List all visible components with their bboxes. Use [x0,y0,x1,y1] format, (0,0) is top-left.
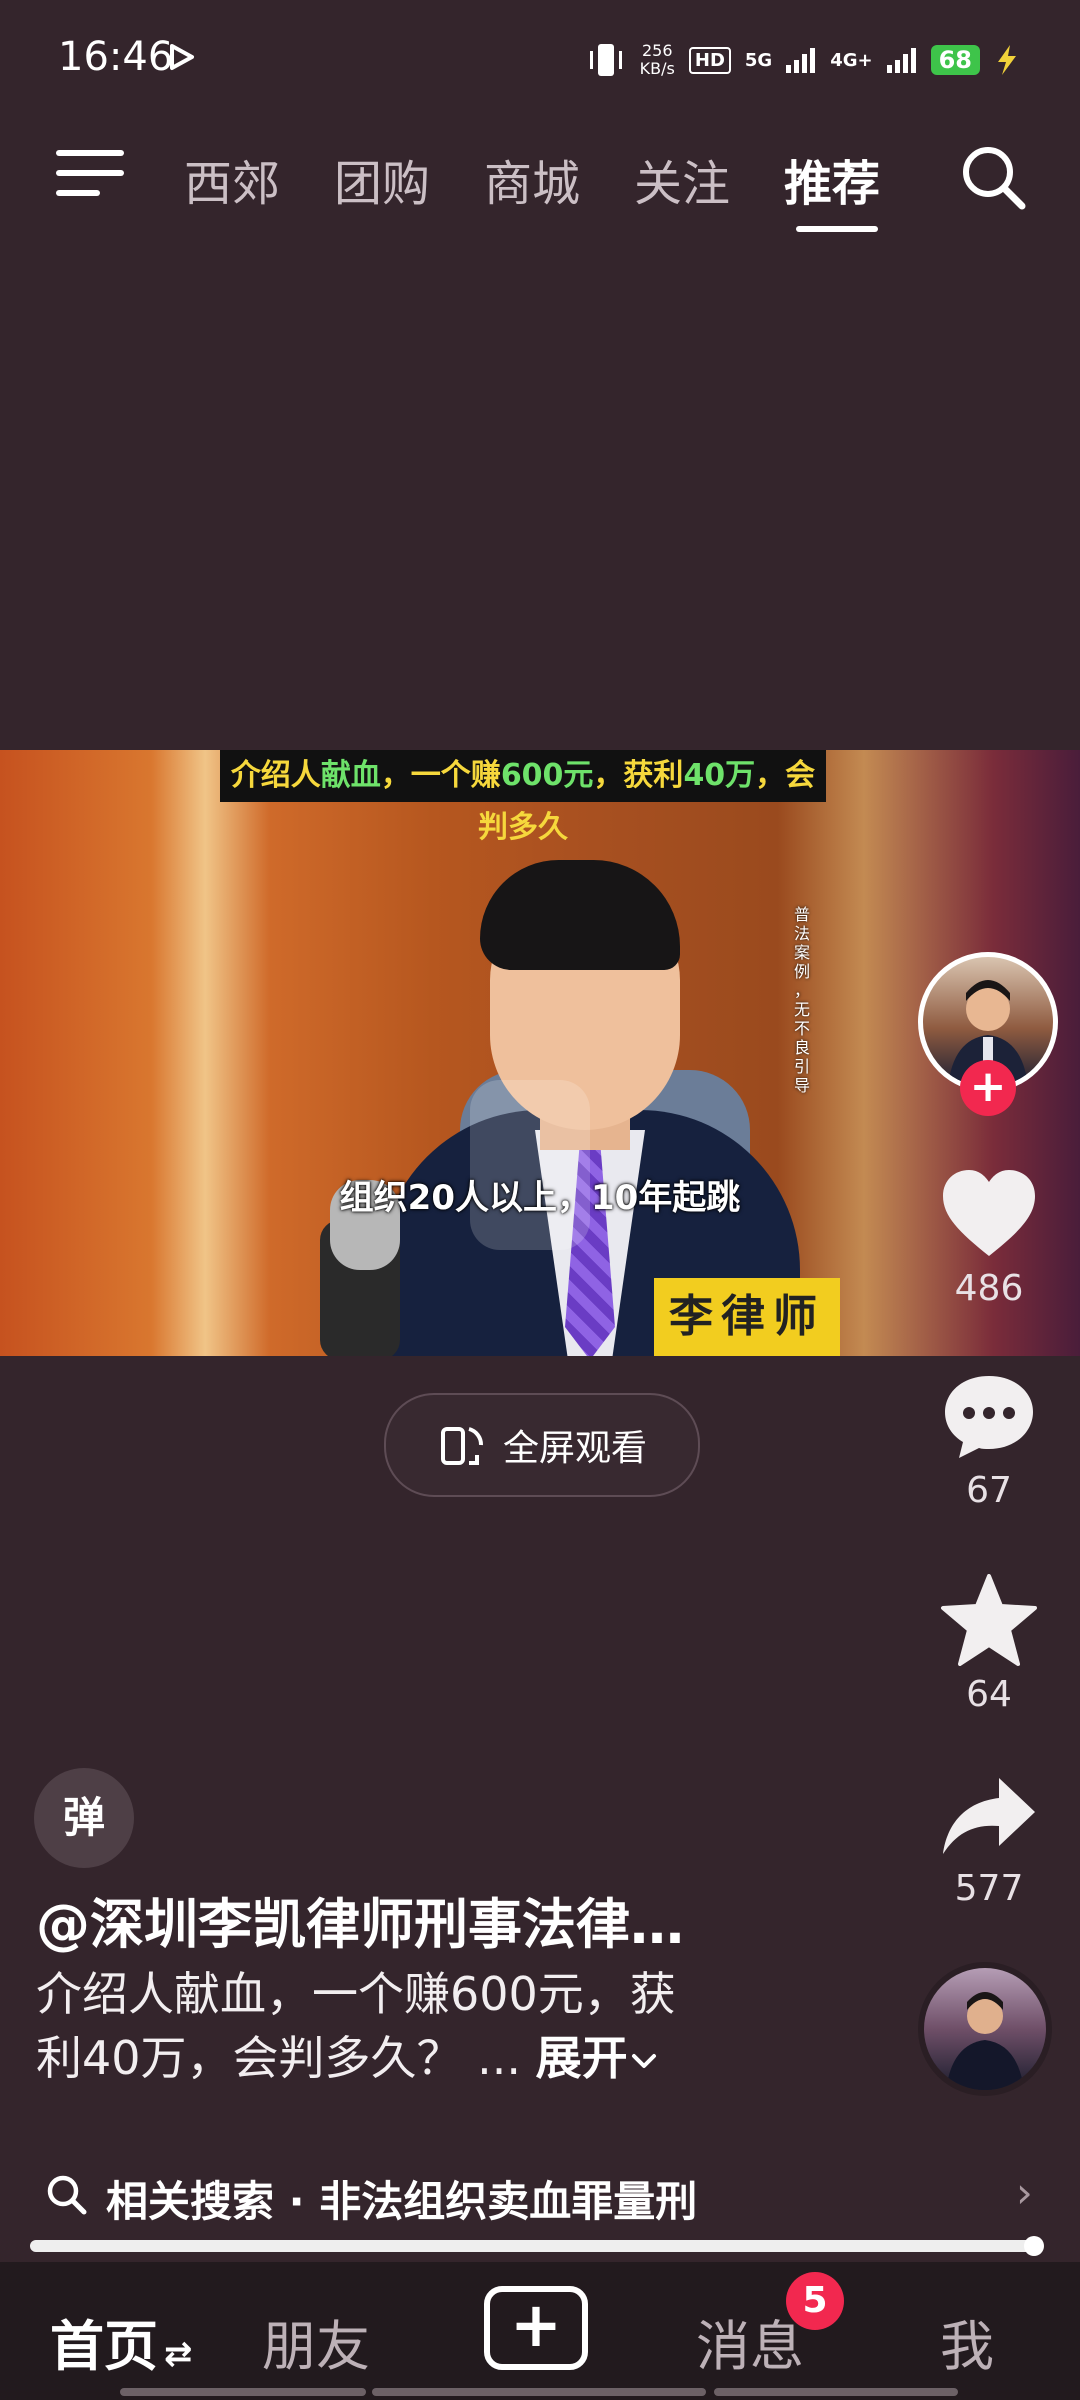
related-search-bar[interactable]: 相关搜索 · 非法组织卖血罪量刑 › [0,2156,1080,2236]
rotate-screen-icon [440,1427,483,1465]
tab-group-buy[interactable]: 团购 [334,144,430,214]
signal-4g-icon: 4G+ [830,49,873,71]
expand-button[interactable]: 展开 [536,2031,660,2085]
tab-following[interactable]: 关注 [634,144,730,214]
search-icon [47,2175,87,2215]
nav-friends[interactable]: 朋友 [262,2302,370,2381]
video-top-caption: 介绍人献血，一个赚600元，获利40万，会判多久 [220,750,826,845]
video-vertical-note: 普法案例，无不良引导 [793,905,810,1095]
follow-button[interactable]: + [960,1060,1016,1116]
tab-mall[interactable]: 商城 [484,144,580,214]
play-overlay-icon [470,1080,590,1250]
comment-count: 67 [966,1470,1012,1511]
danmaku-toggle-button[interactable]: 弹 [34,1768,134,1868]
create-post-button[interactable]: + [484,2286,588,2370]
like-button[interactable]: 486 [914,1168,1064,1309]
bottom-navigation: 首页 ⇄ 朋友 + 消息 5 我 [0,2262,1080,2400]
menu-icon[interactable] [56,148,124,200]
signal-bars-2-icon [886,48,916,73]
expand-label: 展开 [535,2031,628,2085]
music-disc[interactable] [918,1962,1052,2096]
gesture-bar-segment [120,2388,366,2396]
network-speed: 256 KB/s [640,42,675,78]
fullscreen-label: 全屏观看 [502,1428,647,1469]
video-description[interactable]: 介绍人献血，一个赚600元，获 利40万，会判多久？ ... 展开 [36,1962,796,2090]
caption-seg-4: 600元 [500,758,594,793]
charging-icon [998,45,1016,75]
battery-level: 68 [930,45,980,75]
share-button[interactable]: 577 [914,1774,1064,1909]
network-speed-unit: KB/s [639,59,675,78]
share-count: 577 [954,1868,1024,1909]
comment-icon [945,1376,1033,1458]
search-icon[interactable] [956,140,1030,214]
caption-seg-3: ，一个赚 [380,758,501,793]
comment-button[interactable]: 67 [914,1370,1064,1511]
fullscreen-button[interactable]: 全屏观看 [384,1393,700,1497]
description-line-2: 利40万，会判多久？ ... 展开 [36,2026,796,2090]
nav-messages[interactable]: 消息 [696,2302,804,2381]
nav-home-label: 首页 [50,2315,158,2378]
signal-5g-icon: 5G [744,49,773,71]
video-progress-fill [30,2240,1032,2252]
status-bar: 16:46 256 KB/s HD 5G 4G+ 68 [0,0,1080,120]
favorite-button[interactable]: 64 [914,1574,1064,1715]
tab-xijiao[interactable]: 西郊 [184,144,280,214]
video-name-plate: 李律师 [654,1278,840,1356]
refresh-arrows-icon: ⇄ [164,2334,193,2374]
vibrate-icon [589,44,622,76]
messages-badge: 5 [786,2272,844,2330]
tab-recommended[interactable]: 推荐 [784,144,880,214]
related-search-text: 相关搜索 · 非法组织卖血罪量刑 [106,2168,697,2229]
top-navigation: 西郊 团购 商城 关注 推荐 [0,130,1080,240]
video-progress-handle[interactable] [1024,2236,1044,2256]
hd-voice-badge: HD [688,46,731,74]
play-indicator-icon [170,44,194,70]
video-person-hair [480,860,680,970]
related-search-prefix: 相关搜索 [106,2177,275,2226]
caption-seg-5: ，获利 [593,758,684,793]
network-speed-value: 256 [642,41,673,60]
heart-icon [943,1170,1035,1256]
music-disc-portrait-icon [946,1992,1024,2090]
author-name-link[interactable]: @深圳李凯律师刑事法律… [36,1880,756,1959]
status-time: 16:46 [58,34,174,80]
favorite-count: 64 [966,1674,1012,1715]
like-count: 486 [954,1268,1024,1309]
active-tab-indicator [796,226,878,232]
related-search-query: 非法组织卖血罪量刑 [319,2177,698,2226]
description-line-1: 介绍人献血，一个赚600元，获 [36,1967,676,2021]
share-arrow-icon [943,1778,1035,1854]
caption-seg-6: 40万 [683,758,756,793]
chevron-down-icon [631,2054,656,2068]
nav-me[interactable]: 我 [940,2302,994,2381]
caption-seg-2: 献血 [320,758,381,793]
related-search-separator: · [288,2177,305,2226]
caption-seg-1: 介绍人 [230,758,321,793]
nav-home[interactable]: 首页 ⇄ [50,2302,193,2381]
star-icon [941,1574,1037,1666]
status-indicators: 256 KB/s HD 5G 4G+ 68 [586,38,1020,82]
description-line-2-text: 利40万，会判多久？ ... [36,2031,536,2085]
chevron-right-icon: › [1016,2168,1033,2217]
signal-bars-icon [786,48,816,73]
gesture-bar-segment [372,2388,706,2396]
gesture-bar-segment [714,2388,958,2396]
